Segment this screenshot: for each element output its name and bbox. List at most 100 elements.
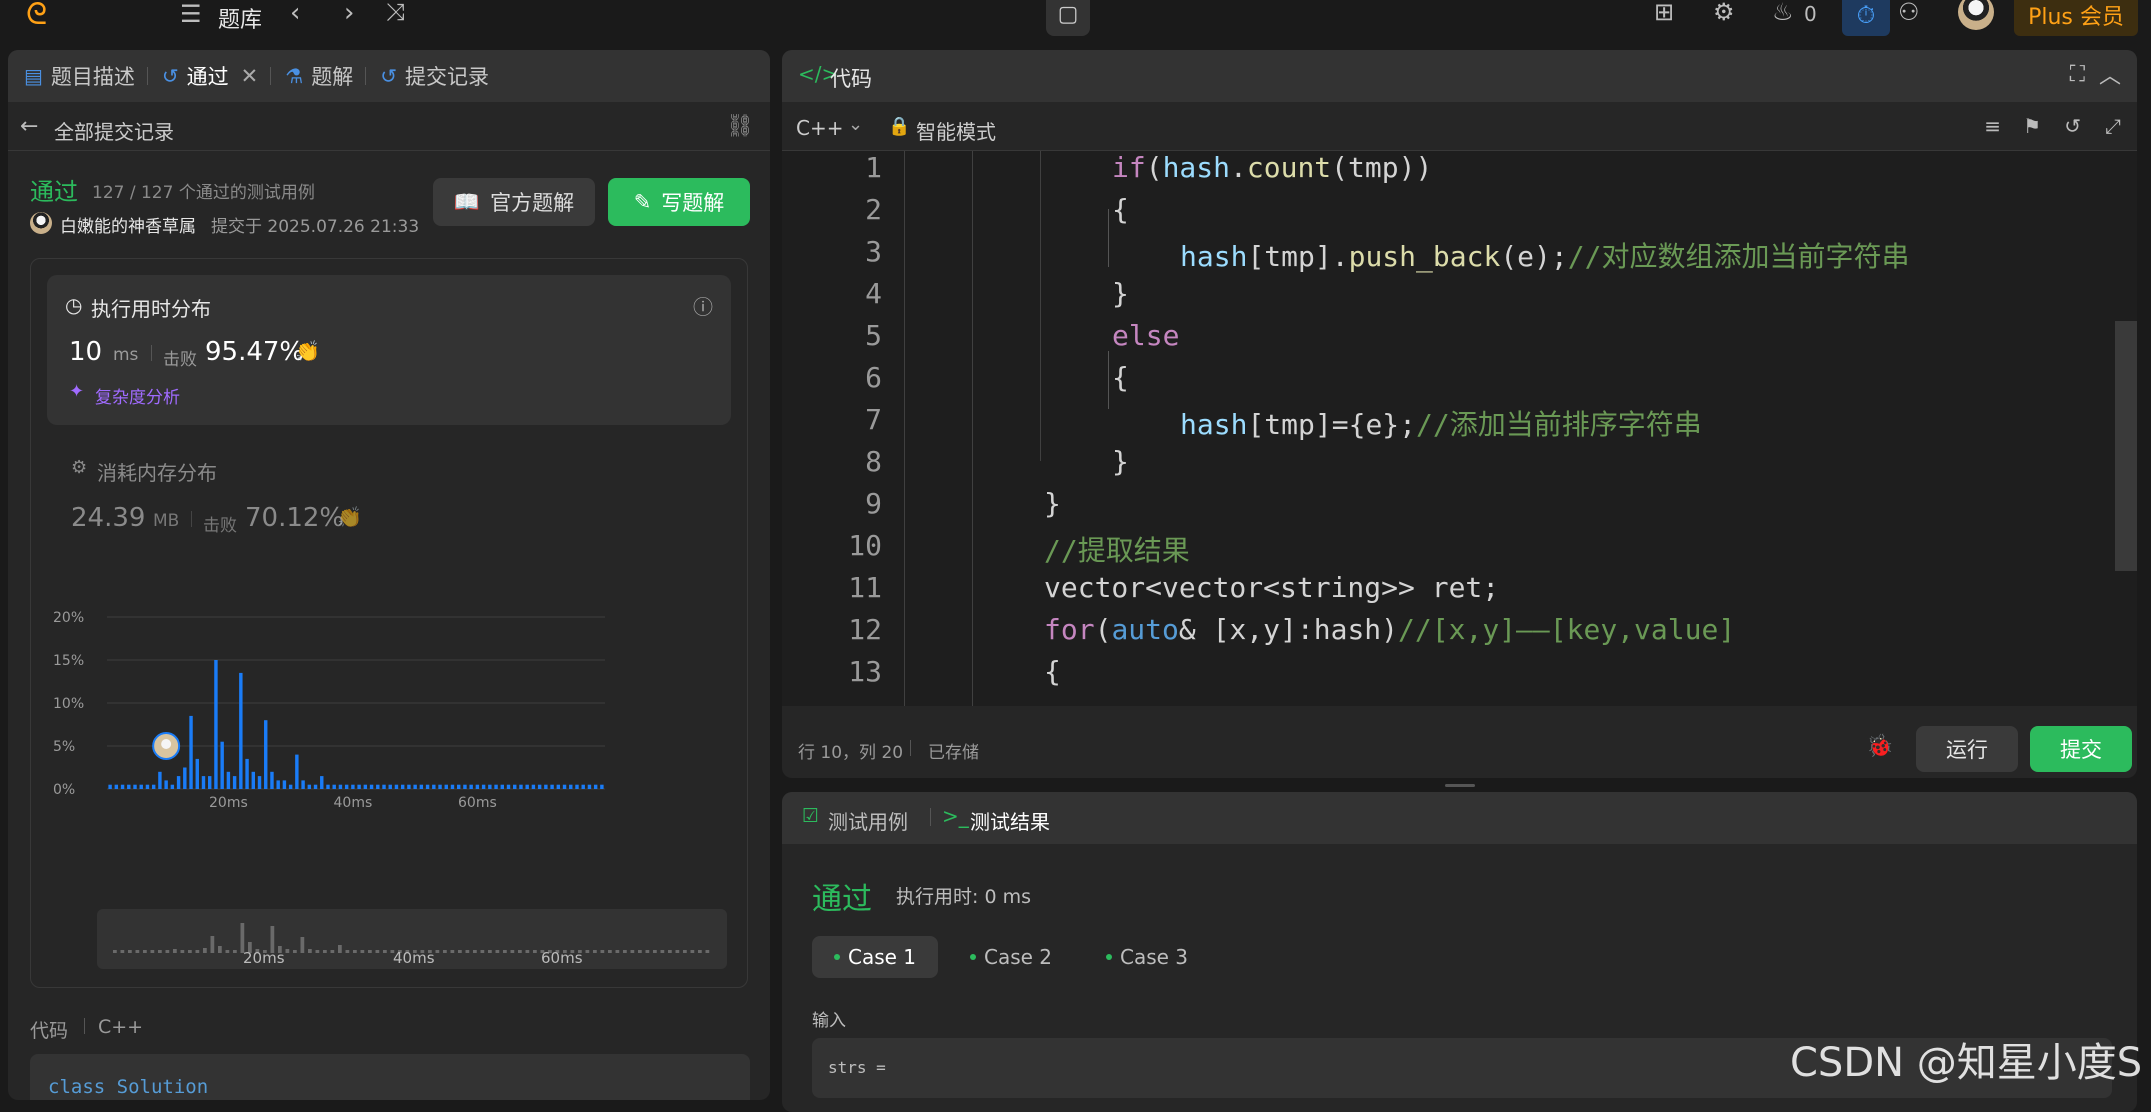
overview-bar <box>360 950 365 953</box>
chart-range-slider[interactable]: 20ms 40ms 60ms <box>97 909 727 969</box>
overview-bar <box>210 936 215 953</box>
info-icon[interactable]: ⓘ <box>693 291 713 320</box>
y-tick-label: 5% <box>53 739 75 755</box>
chart-bar <box>544 784 548 789</box>
tab-test-result[interactable]: 测试结果 <box>970 806 1050 835</box>
chart-bar <box>189 715 193 789</box>
code-line: for(auto& [x,y]:hash)//[x,y]——[key,value… <box>1044 613 1736 646</box>
chart-bar <box>313 784 318 789</box>
settings-icon[interactable]: ⚙ <box>1713 0 1735 24</box>
reset-icon[interactable]: ↺ <box>2064 114 2081 138</box>
share-link-icon[interactable]: ⛓ <box>726 114 754 139</box>
language-selector[interactable]: C++ <box>796 116 843 140</box>
tab-accepted[interactable]: ↺ 通过 ✕ <box>162 61 258 91</box>
overview-bar <box>195 950 200 953</box>
chart-bar <box>195 758 199 789</box>
line-number: 3 <box>865 235 882 268</box>
overview-bar <box>495 950 500 953</box>
history-icon: ↺ <box>380 64 397 88</box>
shuffle-icon[interactable]: ⤨ <box>386 0 405 24</box>
divider <box>191 511 192 527</box>
code-line: { <box>1044 655 1061 688</box>
all-submissions-link[interactable]: 全部提交记录 <box>54 116 174 145</box>
user-avatar[interactable] <box>1958 0 1994 30</box>
tab-testcase[interactable]: 测试用例 <box>828 806 908 835</box>
overview-bar <box>525 950 530 953</box>
debug-icon[interactable]: 🐞 <box>1866 734 1893 759</box>
username[interactable]: 白嫩能的神香草属 <box>60 212 196 237</box>
case-1-tab[interactable]: Case 1 <box>812 936 939 978</box>
run-button[interactable]: 运行 <box>1916 726 2018 772</box>
tab-submissions[interactable]: ↺ 提交记录 <box>380 61 489 91</box>
chart-bar <box>183 767 187 789</box>
streak-fire-icon[interactable]: ♨ <box>1772 0 1794 24</box>
close-tab-icon[interactable]: ✕ <box>241 64 259 88</box>
runtime-distribution-chart[interactable]: 0% 5% 10% 15% 20% 20ms 40ms 60ms <box>31 599 747 839</box>
code-line: } <box>1044 487 1061 520</box>
overview-bar <box>518 950 522 953</box>
code-line: vector<vector<string>> ret; <box>1044 571 1500 604</box>
chart-bar <box>463 784 467 789</box>
chart-bar <box>320 776 324 789</box>
tab-description[interactable]: ▤ 题目描述 <box>24 61 135 91</box>
plus-membership-button[interactable]: Plus 会员 <box>2014 0 2138 36</box>
format-icon[interactable]: ≡ <box>1984 114 2001 138</box>
write-solution-button[interactable]: ✎ 写题解 <box>608 178 750 226</box>
submission-detail-panel: ▤ 题目描述 ↺ 通过 ✕ ⚗ 题解 ↺ 提交记录 ← 全部提交记录 ⛓ 通过 127 /… <box>8 50 770 1100</box>
overview-bar <box>533 950 537 953</box>
editor-scrollbar[interactable] <box>2115 321 2137 571</box>
timer-icon[interactable]: ⏱ <box>1842 0 1890 36</box>
complexity-analysis-link[interactable]: 复杂度分析 <box>95 383 180 408</box>
line-number: 4 <box>865 277 882 310</box>
back-arrow-icon[interactable]: ← <box>20 114 38 139</box>
fullscreen-icon[interactable]: ⛶ <box>2070 62 2085 87</box>
overview-bar <box>188 950 192 953</box>
list-icon[interactable]: ☰ <box>180 2 202 26</box>
slider-tick-label: 60ms <box>541 949 583 967</box>
layout-grid-icon[interactable]: ⊞ <box>1654 0 1674 24</box>
divider <box>84 1018 85 1034</box>
collapse-icon[interactable]: ︿ <box>2099 58 2121 90</box>
chevron-down-icon[interactable]: ⌄ <box>848 114 863 135</box>
result-runtime: 执行用时: 0 ms <box>896 886 1031 908</box>
expand-icon[interactable]: ⤢ <box>2105 114 2121 138</box>
pass-dot <box>1106 954 1112 960</box>
problem-list-link[interactable]: 题库 <box>218 2 262 34</box>
next-problem-icon[interactable]: › <box>344 0 354 26</box>
divider <box>8 150 770 151</box>
runtime-card[interactable]: ◷ 执行用时分布 ⓘ 10 ms 击败 95.47% 👏 ✦ 复杂度分析 <box>47 275 731 425</box>
prev-problem-icon[interactable]: ‹ <box>290 0 300 26</box>
chart-bar <box>133 784 137 789</box>
tab-solutions[interactable]: ⚗ 题解 <box>285 61 353 91</box>
case-3-tab[interactable]: Case 3 <box>1084 936 1210 978</box>
overview-bar <box>180 950 185 953</box>
overview-bar <box>488 950 492 953</box>
memory-title: 消耗内存分布 <box>97 461 217 485</box>
input-variable: strs = <box>828 1058 886 1077</box>
submitted-time: 提交于 2025.07.26 21:33 <box>211 217 420 237</box>
overview-bar <box>330 950 335 953</box>
line-number: 8 <box>865 445 882 478</box>
case-2-tab[interactable]: Case 2 <box>948 936 1074 978</box>
leetcode-logo-icon[interactable]: ᘓ <box>26 0 47 30</box>
smart-mode-label[interactable]: 智能模式 <box>916 116 996 145</box>
official-solution-button[interactable]: 📖 官方题解 <box>433 178 595 226</box>
overview-bar <box>593 950 597 953</box>
chart-bar <box>519 784 523 789</box>
overview-bar <box>233 950 237 953</box>
code-preview[interactable]: class Solution <box>30 1054 750 1100</box>
submit-button[interactable]: 提交 <box>2030 726 2132 772</box>
chart-bar <box>145 784 150 789</box>
resize-handle[interactable] <box>1445 784 1475 787</box>
add-friend-icon[interactable]: ⚇ <box>1898 0 1920 24</box>
top-bar: ᘓ ☰ 题库 ‹ › ⤨ ▢ ⊞ ⚙ ♨ 0 ⏱ ⚇ Plus 会员 <box>0 0 2151 36</box>
code-area[interactable]: 1 2 3 4 5 6 7 8 9 10 11 12 13 if(hash.count(tmp)) { … <box>782 151 2137 706</box>
chart-bar <box>170 784 175 789</box>
saved-status: 已存储 <box>928 743 979 763</box>
chart-bar <box>575 784 579 789</box>
chart-bar <box>245 758 249 789</box>
notes-icon[interactable]: ▢ <box>1046 0 1090 36</box>
chart-bar <box>556 784 561 789</box>
bookmark-icon[interactable]: ⚑ <box>2023 114 2041 138</box>
line-number: 1 <box>865 151 882 184</box>
